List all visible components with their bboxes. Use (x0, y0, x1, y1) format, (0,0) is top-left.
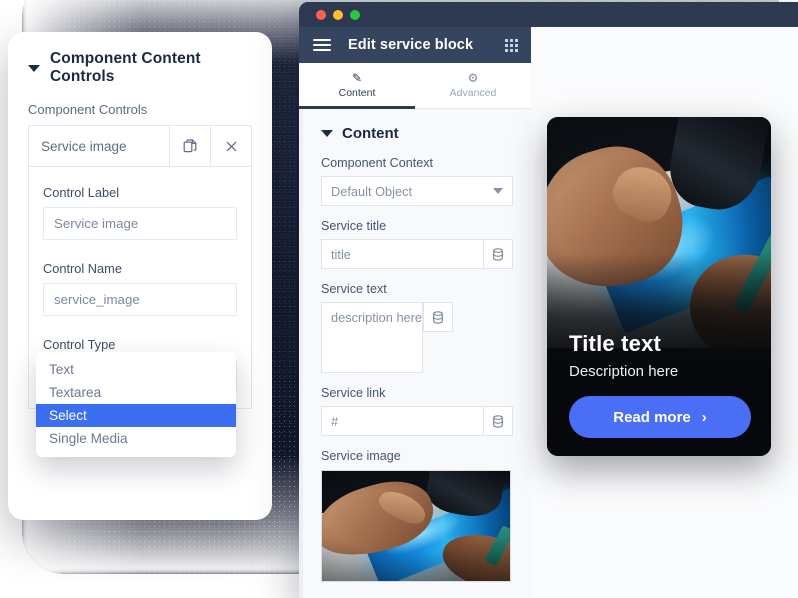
service-preview-card: Title text Description here Read more › (547, 117, 771, 456)
control-label-input[interactable]: Service image (43, 207, 237, 240)
content-settings-inner: Content Component Context Default Object… (299, 109, 531, 582)
service-image-label: Service image (321, 449, 401, 463)
tab-advanced[interactable]: ⚙ Advanced (415, 63, 531, 108)
service-title-row: title (321, 239, 513, 269)
hamburger-icon[interactable] (313, 39, 331, 51)
window-titlebar (299, 2, 798, 27)
preview-description: Description here (569, 363, 679, 380)
service-link-row: # (321, 406, 513, 436)
read-more-button[interactable]: Read more › (569, 396, 751, 438)
service-link-label: Service link (321, 386, 386, 400)
service-text-row: description here (321, 302, 513, 373)
grid-apps-icon[interactable] (505, 38, 518, 52)
window-close-button[interactable] (316, 9, 326, 20)
chevron-down-icon (493, 188, 503, 194)
close-icon[interactable] (210, 126, 251, 166)
database-icon[interactable] (483, 406, 513, 436)
service-image-thumbnail[interactable] (321, 470, 511, 582)
control-type-label: Control Type (43, 337, 116, 352)
component-context-label: Component Context (321, 156, 434, 170)
dropdown-option-textarea[interactable]: Textarea (36, 381, 236, 404)
control-name-input[interactable]: service_image (43, 283, 237, 316)
component-controls-subtitle: Component Controls (28, 102, 148, 117)
service-title-label: Service title (321, 219, 387, 233)
component-context-value: Default Object (331, 183, 413, 199)
tab-content[interactable]: ✎ Content (299, 63, 415, 108)
active-tab-underline (299, 106, 415, 109)
preview-text-block: Title text Description here Read more › (569, 331, 751, 438)
read-more-label: Read more (613, 408, 691, 426)
gear-icon: ⚙ (467, 71, 479, 85)
content-section-title: Content (342, 125, 399, 142)
repair-photo (322, 471, 510, 581)
database-icon[interactable] (483, 239, 513, 269)
app-title: Edit service block (348, 37, 474, 53)
control-item-name: Service image (41, 138, 127, 154)
control-label-label: Control Label (43, 185, 120, 200)
service-text-label: Service text (321, 282, 387, 296)
tab-content-label: Content (338, 87, 376, 99)
component-context-select[interactable]: Default Object (321, 176, 513, 206)
collapse-caret-icon[interactable] (28, 64, 40, 72)
collapse-caret-icon[interactable] (321, 130, 333, 137)
control-type-dropdown[interactable]: Text Textarea Select Single Media (36, 352, 236, 457)
window-maximize-button[interactable] (350, 9, 360, 20)
preview-title: Title text (569, 331, 662, 356)
service-link-input[interactable]: # (321, 406, 483, 436)
chevron-right-icon: › (701, 408, 707, 426)
app-toolbar: Edit service block (299, 27, 531, 63)
content-section-header[interactable]: Content (321, 125, 513, 142)
window-minimize-button[interactable] (333, 9, 343, 20)
tab-bar: ✎ Content ⚙ Advanced (299, 63, 531, 109)
dropdown-option-text[interactable]: Text (36, 358, 236, 381)
card-header[interactable]: Component Content Controls (8, 32, 272, 86)
database-icon[interactable] (423, 302, 454, 332)
service-text-textarea[interactable]: description here (321, 302, 424, 373)
dropdown-option-select[interactable]: Select (36, 404, 236, 427)
service-title-input[interactable]: title (321, 239, 483, 269)
copy-icon[interactable] (169, 126, 210, 166)
control-name-label: Control Name (43, 261, 122, 276)
page-title: Component Content Controls (50, 50, 201, 85)
dropdown-option-single-media[interactable]: Single Media (36, 427, 236, 450)
tab-advanced-label: Advanced (449, 87, 497, 99)
content-settings-panel: Content Component Context Default Object… (299, 109, 531, 598)
pencil-icon: ✎ (351, 71, 363, 85)
control-item-header[interactable]: Service image (29, 126, 251, 167)
